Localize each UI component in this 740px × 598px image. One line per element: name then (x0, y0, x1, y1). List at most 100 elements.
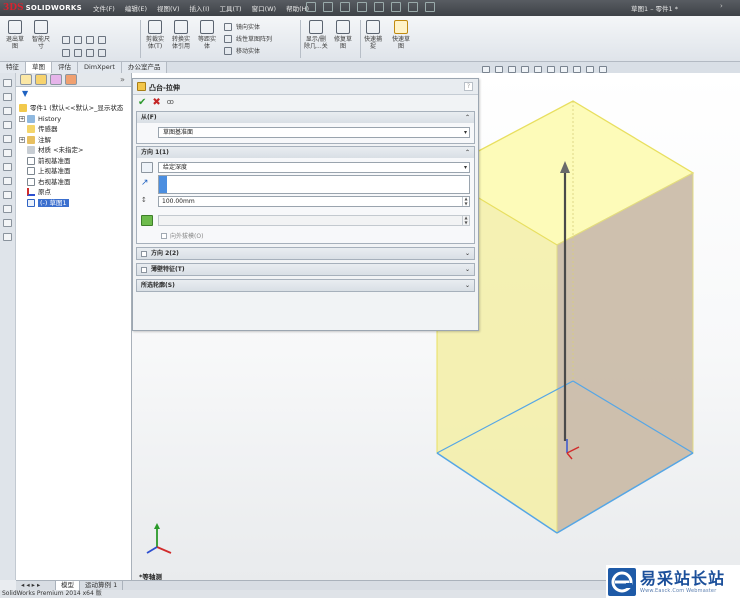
property-manager-tab-icon[interactable] (35, 74, 47, 85)
display-relations-button[interactable]: 显示/删 除几...关 (304, 20, 328, 50)
display-manager-tab-icon[interactable] (65, 74, 77, 85)
quick-snaps-button[interactable]: 快速捕 捉 (364, 20, 382, 50)
tab-motion-study[interactable]: 运动算例 1 (80, 581, 124, 590)
strip-icon[interactable] (3, 191, 12, 199)
tree-item-material[interactable]: 材质 <未指定> (16, 145, 132, 156)
expand-panel-icon[interactable]: » (120, 75, 125, 84)
linear-pattern[interactable]: 线性草图阵列 (224, 34, 272, 43)
direction2-checkbox[interactable] (141, 250, 147, 257)
zoom-fit-icon[interactable] (482, 66, 490, 73)
detailed-preview-icon[interactable]: ꝏ (167, 98, 174, 106)
strip-icon[interactable] (3, 149, 12, 157)
circle-icon[interactable] (74, 36, 82, 44)
from-section-header[interactable]: 从(F) ⌃ (137, 112, 474, 123)
thin-feature-checkbox[interactable] (141, 266, 147, 273)
ok-button[interactable]: ✔ (138, 97, 146, 108)
tree-item-front-plane[interactable]: 前视基准面 (16, 156, 132, 167)
exit-sketch-button[interactable]: 退出草 图 (6, 20, 24, 50)
start-condition-select[interactable]: 草图基准面 ▾ (158, 127, 470, 138)
print-icon[interactable] (357, 2, 367, 12)
repair-sketch-button[interactable]: 修复草 图 (334, 20, 352, 50)
tree-item-right-plane[interactable]: 右视基准面 (16, 177, 132, 188)
strip-icon[interactable] (3, 205, 12, 213)
tab-scroll-arrows[interactable]: ◂ ◂ ▸ ▸ (16, 581, 56, 590)
expand-icon[interactable]: ⌄ (465, 248, 470, 259)
rebuild-icon[interactable] (408, 2, 418, 12)
collapse-icon[interactable]: ⌃ (465, 147, 470, 158)
draft-toggle-icon[interactable] (141, 215, 153, 226)
expand-icon[interactable]: + (19, 136, 25, 143)
direction-vector-listbox[interactable] (158, 175, 470, 194)
convert-entities-button[interactable]: 转换实 体引用 (172, 20, 190, 50)
collapse-icon[interactable]: ⌃ (465, 112, 470, 123)
move-entities[interactable]: 移动实体 (224, 46, 260, 55)
strip-icon[interactable] (3, 163, 12, 171)
help-button[interactable]: ? (464, 82, 473, 91)
strip-icon[interactable] (3, 93, 12, 101)
menu-file[interactable]: 文件(F) (88, 3, 120, 13)
tab-office-products[interactable]: 办公室产品 (121, 62, 168, 73)
select-icon[interactable] (391, 2, 401, 12)
spinner-arrows-icon[interactable]: ▲ ▼ (462, 196, 469, 206)
tree-item-top-plane[interactable]: 上视基准面 (16, 166, 132, 177)
spline-icon[interactable] (98, 36, 106, 44)
strip-icon[interactable] (3, 107, 12, 115)
view-settings-icon[interactable] (599, 66, 607, 73)
offset-entities-button[interactable]: 等距实 体 (198, 20, 216, 50)
display-style-icon[interactable] (547, 66, 555, 73)
rectangle-icon[interactable] (62, 49, 70, 57)
tab-dimxpert[interactable]: DimXpert (78, 62, 122, 73)
save-icon[interactable] (340, 2, 350, 12)
thin-feature-section-header[interactable]: 薄壁特征(T) ⌄ (137, 264, 474, 275)
tree-item-sketch1[interactable]: (-) 草图1 (16, 198, 132, 209)
filter-icon[interactable]: ▼ (22, 89, 28, 98)
window-help-icon[interactable]: › (720, 2, 723, 10)
strip-icon[interactable] (3, 219, 12, 227)
open-file-icon[interactable] (323, 2, 333, 12)
new-file-icon[interactable] (306, 2, 316, 12)
end-condition-select[interactable]: 给定深度 ▾ (158, 162, 470, 173)
menu-window[interactable]: 窗口(W) (247, 3, 282, 13)
strip-icon[interactable] (3, 79, 12, 87)
strip-icon[interactable] (3, 177, 12, 185)
tree-item-origin[interactable]: 原点 (16, 187, 132, 198)
tab-model[interactable]: 模型 (56, 581, 80, 590)
trim-entities-button[interactable]: 剪裁实 体(T) (146, 20, 164, 50)
strip-icon[interactable] (3, 233, 12, 241)
scene-icon[interactable] (586, 66, 594, 73)
tree-item-sensors[interactable]: 传感器 (16, 124, 132, 135)
tab-sketch[interactable]: 草图 (26, 62, 52, 73)
rapid-sketch-button[interactable]: 快速草 图 (392, 20, 410, 50)
tree-item-history[interactable]: + History (16, 114, 132, 125)
section-view-icon[interactable] (521, 66, 529, 73)
mirror-entities[interactable]: 镜向实体 (224, 22, 260, 31)
menu-tools[interactable]: 工具(T) (215, 3, 247, 13)
smart-dimension-button[interactable]: 智能尺 寸 (32, 20, 50, 50)
feature-manager-tab-icon[interactable] (20, 74, 32, 85)
zoom-area-icon[interactable] (495, 66, 503, 73)
tab-evaluate[interactable]: 评估 (52, 62, 78, 73)
strip-icon[interactable] (3, 135, 12, 143)
text-icon[interactable] (98, 49, 106, 57)
line-icon[interactable] (62, 36, 70, 44)
arc-icon[interactable] (86, 36, 94, 44)
tree-item-annotations[interactable]: + 注解 (16, 135, 132, 146)
app-logo[interactable]: 3DS SOLIDWORKS (3, 2, 82, 14)
cancel-button[interactable]: ✖ (152, 97, 160, 108)
expand-icon[interactable]: ⌄ (465, 264, 470, 275)
view-orientation-icon[interactable] (534, 66, 542, 73)
hide-show-icon[interactable] (560, 66, 568, 73)
configuration-manager-tab-icon[interactable] (50, 74, 62, 85)
strip-icon[interactable] (3, 121, 12, 129)
direction1-section-header[interactable]: 方向 1(1) ⌃ (137, 147, 474, 158)
tree-item-part[interactable]: 零件1 (默认<<默认>_显示状态 (16, 103, 132, 114)
tab-features[interactable]: 特征 (0, 62, 26, 73)
expand-icon[interactable]: ⌄ (465, 280, 470, 291)
point-icon[interactable] (86, 49, 94, 57)
reverse-direction-icon[interactable] (141, 162, 153, 173)
edit-appearance-icon[interactable] (573, 66, 581, 73)
selected-contours-section-header[interactable]: 所选轮廓(S) ⌄ (137, 280, 474, 291)
direction2-section-header[interactable]: 方向 2(2) ⌄ (137, 248, 474, 259)
previous-view-icon[interactable] (508, 66, 516, 73)
depth-input[interactable]: 100.00mm ▲ ▼ (158, 196, 470, 207)
